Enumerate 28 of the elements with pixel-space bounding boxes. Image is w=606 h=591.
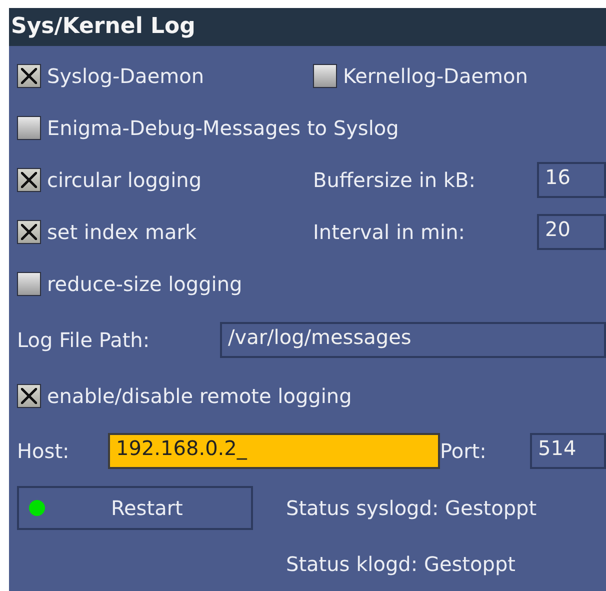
field-label: Host: [17,439,70,463]
input-field[interactable]: /var/log/messages [220,322,606,358]
checkbox-label: enable/disable remote logging [47,384,352,408]
checkbox-label: circular logging [47,168,202,192]
checkbox[interactable] [17,64,41,88]
field-label: Status klogd: Gestoppt [286,552,516,576]
field-label: Buffersize in kB: [313,168,476,192]
input-field[interactable]: 20 [537,214,606,250]
restart-button[interactable]: Restart [17,486,253,530]
checkbox-label: set index mark [47,220,197,244]
field-label: Log File Path: [17,328,151,352]
checkbox[interactable] [313,64,337,88]
checkbox[interactable] [17,168,41,192]
checkbox[interactable] [17,220,41,244]
checkbox-label: Kernellog-Daemon [343,64,528,88]
checkbox-label: reduce-size logging [47,272,242,296]
field-label: Status syslogd: Gestoppt [286,496,538,520]
checkbox[interactable] [17,384,41,408]
input-field[interactable]: 16 [537,162,606,198]
field-label: Interval in min: [313,220,466,244]
checkbox-label: Enigma-Debug-Messages to Syslog [47,116,399,140]
checkbox-label: Syslog-Daemon [47,64,204,88]
input-field[interactable]: 514 [530,433,606,469]
checkbox[interactable] [17,272,41,296]
field-label: Port: [440,439,488,463]
checkbox[interactable] [17,116,41,140]
window-title: Sys/Kernel Log [9,8,606,46]
input-field[interactable]: 192.168.0.2_ [108,433,440,469]
